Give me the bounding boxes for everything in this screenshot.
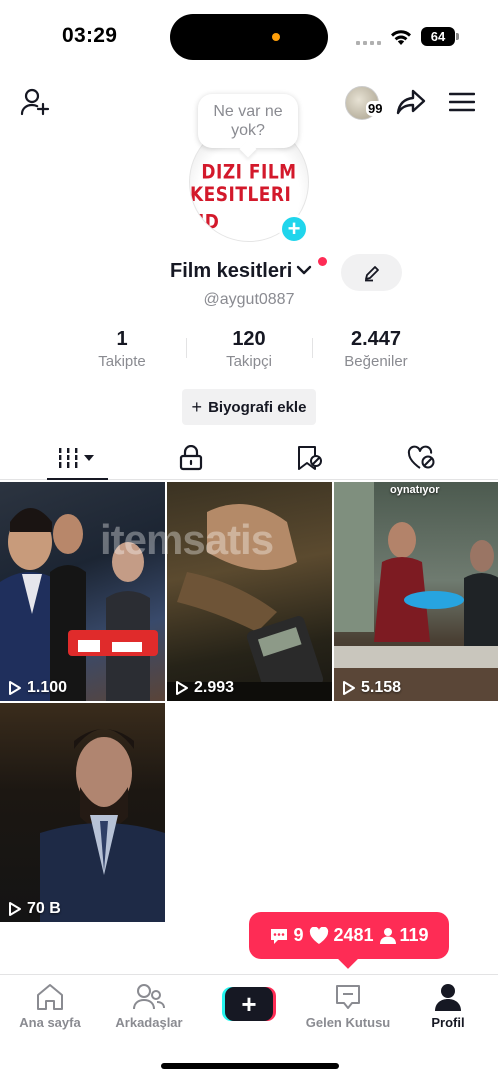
profile-icon [435,984,461,1011]
stat-likes-value: 2.447 [350,328,402,350]
friends-icon [133,984,165,1010]
add-story-plus-icon[interactable]: + [279,214,309,244]
notif-likes: 2481 [309,925,374,946]
chevron-down-icon [296,263,312,281]
status-time: 03:29 [62,24,118,47]
display-name: Film kesitleri [170,260,293,282]
comment-icon [271,928,288,944]
profile-tabs [0,436,498,480]
stat-following[interactable]: 1 Takipte [67,327,177,370]
stat-followers-label: Takipçi [226,353,272,370]
stat-divider [312,338,313,358]
cellular-signal-icon [356,41,381,45]
inbox-icon [336,985,360,1009]
privacy-indicator-dot [272,33,280,41]
menu-icon[interactable] [448,92,476,117]
tab-reposts[interactable] [248,436,372,480]
display-name-row[interactable]: Film kesitleri [170,260,312,283]
plus-icon: + [191,396,203,417]
nav-friends-label: Arkadaşlar [115,1015,183,1030]
share-icon[interactable] [396,88,426,121]
view-count-value: 70 B [27,900,61,917]
notif-comments: 9 [269,925,303,946]
view-count-value: 2.993 [194,679,235,696]
heart-icon [310,926,329,944]
view-count: 2.993 [175,679,234,697]
stat-following-label: Takipte [98,353,146,370]
play-icon [9,681,21,695]
person-icon [379,927,396,944]
stat-followers[interactable]: 120 Takipçi [194,327,304,370]
heart-hidden-icon [407,445,435,469]
nav-profile[interactable]: Profil [398,983,498,1030]
play-icon [343,681,355,695]
nav-home[interactable]: Ana sayfa [0,983,100,1030]
notif-followers: 119 [379,925,429,946]
battery-indicator: 64 [421,27,459,46]
video-thumbnail[interactable]: 1.100 [0,482,165,701]
username: @aygut0887 [203,291,295,308]
home-indicator [161,1063,339,1069]
notif-followers-count: 119 [399,925,429,945]
play-icon [9,902,21,916]
video-overlay-caption: oynatıyor [390,484,440,496]
notif-comments-count: 9 [293,925,304,945]
video-grid-icon [57,448,94,468]
plus-icon: + [225,987,273,1021]
nav-profile-label: Profil [431,1015,465,1030]
nav-friends[interactable]: Arkadaşlar [99,983,199,1030]
active-tab-indicator [47,478,108,480]
bookmark-hidden-icon [298,446,322,470]
note-bubble[interactable]: Ne var ne yok? [198,94,298,148]
visitor-count-badge: 99 [366,101,385,116]
activity-notification-pill[interactable]: 9 2481 119 [249,912,449,959]
dynamic-island [170,14,328,60]
view-count: 70 B [8,900,61,918]
stat-likes-label: Beğeniler [344,353,408,370]
play-icon [176,681,188,695]
video-thumbnail[interactable]: 2.993 [167,482,332,701]
stat-likes[interactable]: 2.447 Beğeniler [321,327,431,370]
tab-liked[interactable] [360,436,484,480]
notif-likes-count: 2481 [333,925,374,945]
video-thumbnail[interactable]: 70 B [0,703,165,922]
view-count-value: 1.100 [27,679,68,696]
nav-home-label: Ana sayfa [19,1015,81,1030]
nav-inbox-label: Gelen Kutusu [305,1015,391,1030]
view-count-value: 5.158 [361,679,402,696]
stat-followers-value: 120 [232,328,266,350]
tab-private[interactable] [129,436,253,480]
pencil-icon [364,265,379,281]
notification-dot [318,257,327,266]
edit-profile-button[interactable] [341,254,402,291]
stat-divider [186,338,187,358]
nav-inbox[interactable]: Gelen Kutusu [298,983,398,1030]
video-thumbnail[interactable]: oynatıyor 5.158 [334,482,498,701]
add-bio-button[interactable]: + Biyografi ekle [182,389,316,425]
stat-following-value: 1 [116,328,128,350]
watermark-text: itemsatis [100,516,274,563]
create-button[interactable]: + [222,987,276,1021]
wifi-icon [390,28,412,51]
lock-icon [179,445,203,471]
home-icon [37,984,63,1010]
add-bio-label: Biyografi ekle [208,398,307,416]
tab-videos[interactable] [15,436,139,480]
view-count: 5.158 [342,679,401,697]
add-friend-icon[interactable] [20,88,50,121]
view-count: 1.100 [8,679,67,697]
